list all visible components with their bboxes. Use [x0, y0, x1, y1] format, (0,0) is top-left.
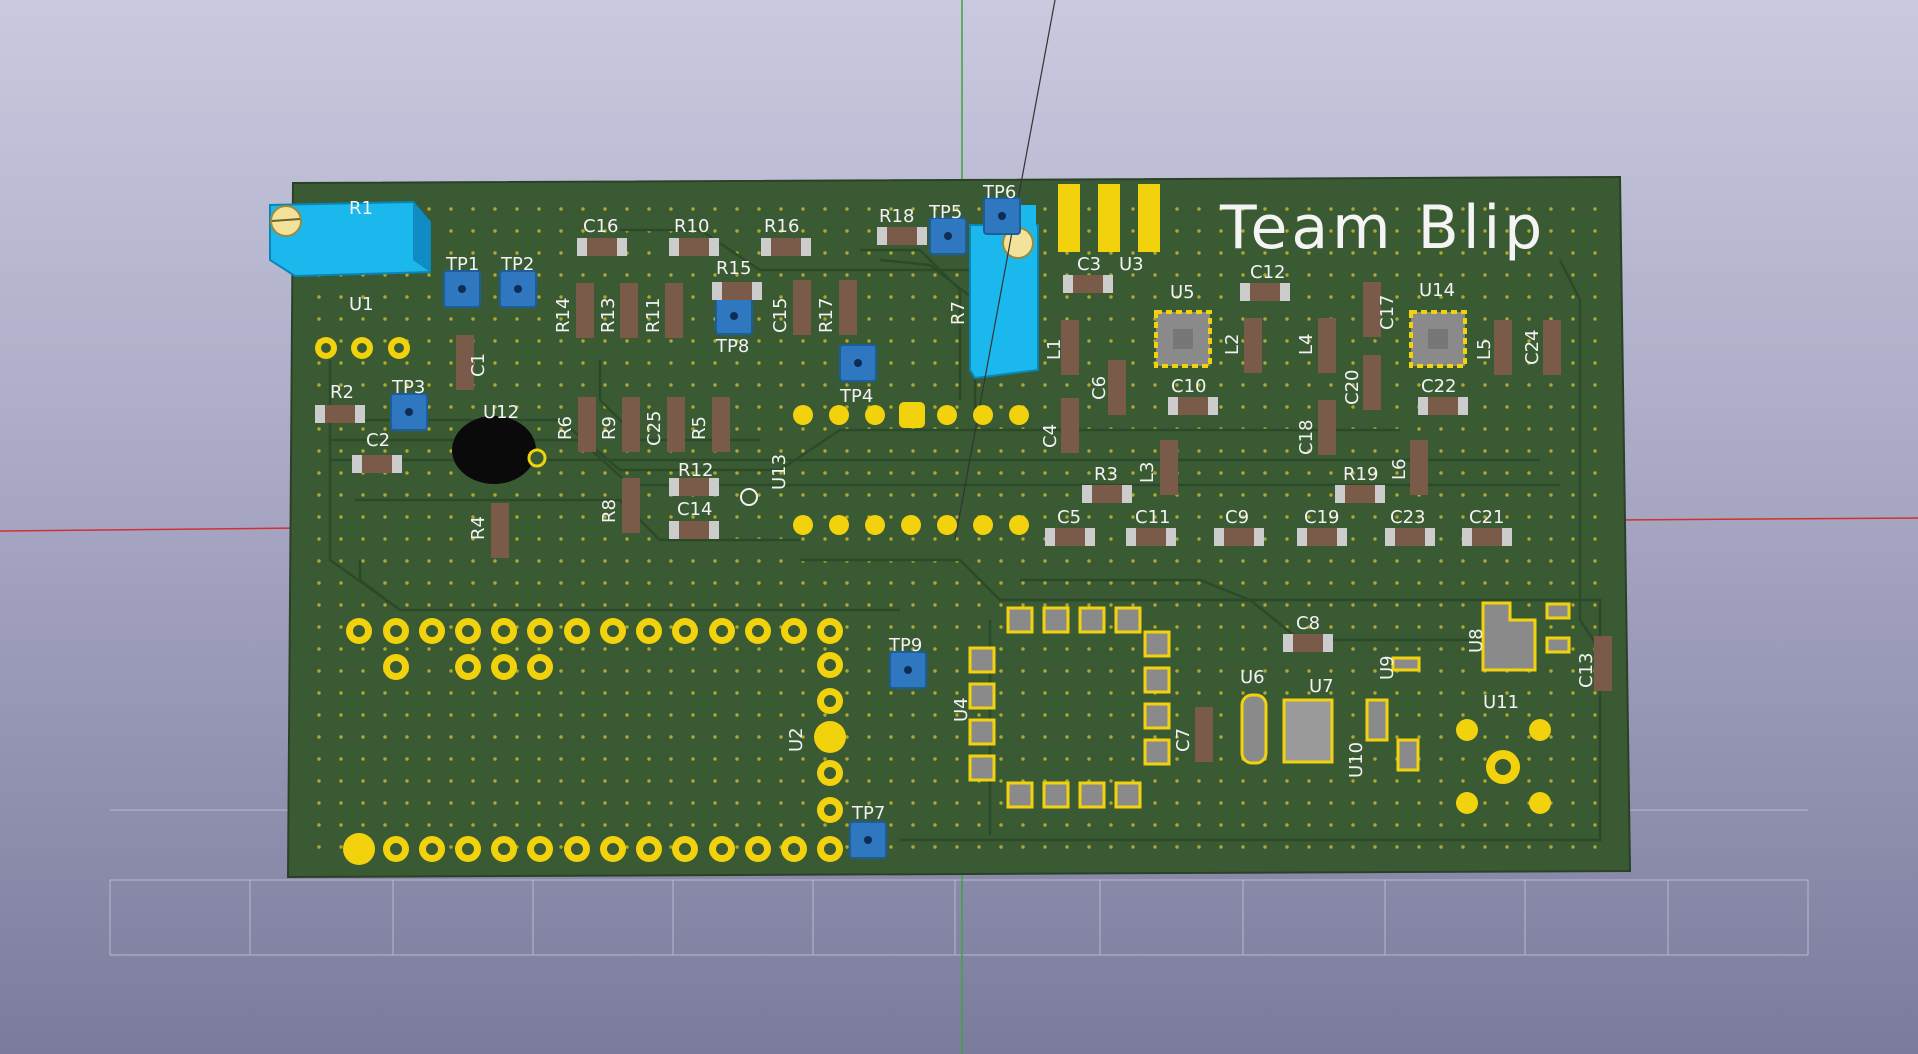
- label-c8: C8: [1296, 613, 1320, 634]
- label-r2: R2: [330, 382, 354, 403]
- label-r15: R15: [716, 258, 751, 279]
- label-u1: U1: [349, 294, 374, 315]
- label-r8: R8: [599, 499, 620, 523]
- label-r7: R7: [948, 301, 969, 325]
- label-c1: C1: [468, 353, 489, 377]
- label-r19: R19: [1343, 464, 1378, 485]
- label-c4: C4: [1040, 424, 1061, 448]
- label-c22: C22: [1421, 376, 1456, 397]
- label-tp6: TP6: [982, 182, 1016, 203]
- x-axis-line-right: [1609, 517, 1918, 521]
- label-c6: C6: [1089, 376, 1110, 400]
- label-c18: C18: [1296, 420, 1317, 455]
- label-r17: R17: [816, 298, 837, 333]
- label-r5: R5: [689, 416, 710, 440]
- label-c9: C9: [1225, 507, 1249, 528]
- label-c11: C11: [1135, 507, 1170, 528]
- label-r1: R1: [349, 198, 373, 219]
- label-tp7: TP7: [851, 803, 885, 824]
- label-r3: R3: [1094, 464, 1118, 485]
- label-u10: U10: [1346, 742, 1367, 778]
- label-c16: C16: [583, 216, 618, 237]
- label-r16: R16: [764, 216, 799, 237]
- x-axis-line: [0, 527, 301, 532]
- u11-center-hole: [1495, 759, 1511, 775]
- label-u4: U4: [951, 697, 972, 722]
- label-u7: U7: [1309, 676, 1334, 697]
- label-r18: R18: [879, 206, 914, 227]
- board-title: Team Blip: [1219, 193, 1546, 263]
- label-l5: L5: [1474, 339, 1495, 360]
- label-l2: L2: [1222, 334, 1243, 355]
- label-l1: L1: [1044, 339, 1065, 360]
- pcb-3d-viewport[interactable]: Team Blip R1 U1 TP1 TP2 TP3 R2 C2 U12 C1…: [0, 0, 1918, 1054]
- label-u5: U5: [1170, 282, 1195, 303]
- label-r11: R11: [643, 298, 664, 333]
- label-c25: C25: [644, 411, 665, 446]
- label-tp1: TP1: [445, 254, 479, 275]
- label-u9: U9: [1377, 655, 1398, 680]
- label-u13: U13: [769, 454, 790, 490]
- label-tp2: TP2: [500, 254, 534, 275]
- label-tp3: TP3: [391, 377, 425, 398]
- label-tp4: TP4: [839, 386, 873, 407]
- label-c23: C23: [1390, 507, 1425, 528]
- label-r4: R4: [468, 516, 489, 540]
- label-u12: U12: [483, 402, 519, 423]
- label-r12: R12: [678, 460, 713, 481]
- label-tp5: TP5: [928, 202, 962, 223]
- label-u8: U8: [1466, 628, 1487, 653]
- label-c12: C12: [1250, 262, 1285, 283]
- label-c19: C19: [1304, 507, 1339, 528]
- label-l6: L6: [1389, 459, 1410, 480]
- label-c10: C10: [1171, 376, 1206, 397]
- label-c3: C3: [1077, 254, 1101, 275]
- label-u3: U3: [1119, 254, 1144, 275]
- label-c24: C24: [1522, 330, 1543, 365]
- label-r14: R14: [553, 298, 574, 333]
- label-tp9: TP9: [888, 635, 922, 656]
- label-tp8: TP8: [715, 336, 749, 357]
- label-c17: C17: [1377, 295, 1398, 330]
- label-r6: R6: [555, 416, 576, 440]
- label-u6: U6: [1240, 667, 1265, 688]
- label-r10: R10: [674, 216, 709, 237]
- label-c7: C7: [1173, 728, 1194, 752]
- antenna-pads: [1058, 184, 1160, 252]
- pcb-3d-canvas[interactable]: Team Blip R1 U1 TP1 TP2 TP3 R2 C2 U12 C1…: [0, 0, 1918, 1054]
- label-c5: C5: [1057, 507, 1081, 528]
- label-c13: C13: [1576, 653, 1597, 688]
- label-c2: C2: [366, 430, 390, 451]
- label-c20: C20: [1342, 370, 1363, 405]
- label-l4: L4: [1296, 334, 1317, 355]
- label-u14: U14: [1419, 280, 1455, 301]
- label-u2: U2: [786, 727, 807, 752]
- label-u11: U11: [1483, 692, 1519, 713]
- label-c15: C15: [770, 298, 791, 333]
- label-l3: L3: [1137, 462, 1158, 483]
- label-r13: R13: [598, 298, 619, 333]
- label-c14: C14: [677, 499, 712, 520]
- label-r9: R9: [599, 416, 620, 440]
- label-c21: C21: [1469, 507, 1504, 528]
